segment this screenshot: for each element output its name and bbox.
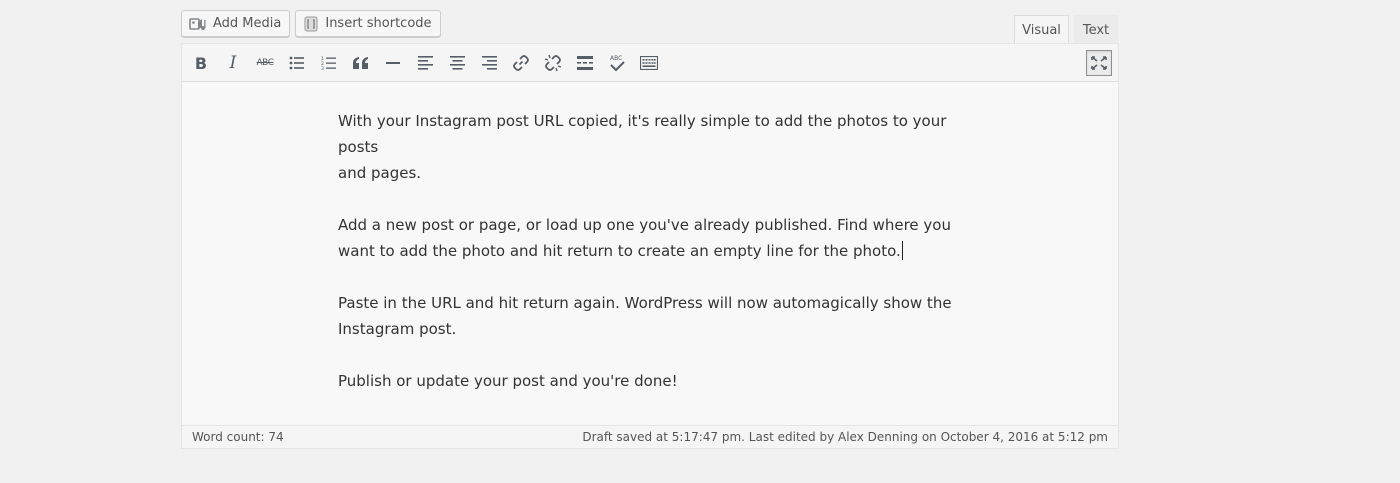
blockquote-icon	[353, 57, 369, 69]
tab-visual[interactable]: Visual	[1014, 15, 1069, 45]
text-cursor	[901, 241, 903, 260]
shortcode-icon	[303, 16, 319, 32]
paragraph-1: With your Instagram post URL copied, it'…	[338, 112, 947, 182]
svg-text:3: 3	[321, 66, 324, 70]
editor-statusbar: Word count: 74 Draft saved at 5:17:47 pm…	[182, 425, 1118, 448]
paragraph-2: Add a new post or page, or load up one y…	[338, 212, 978, 264]
paragraph-3: Paste in the URL and hit return again. W…	[338, 294, 952, 338]
fullscreen-icon	[1091, 56, 1107, 70]
toolbar-toggle-icon	[640, 56, 658, 70]
align-left-icon	[417, 56, 433, 70]
bold-icon: B	[194, 53, 208, 73]
editor-tabs: Visual Text	[1014, 15, 1118, 45]
svg-text:ABC: ABC	[610, 55, 622, 62]
numbered-list-button[interactable]: 1 2 3	[316, 50, 342, 76]
bulleted-list-icon	[289, 56, 305, 70]
strikethrough-button[interactable]: ABC	[252, 50, 278, 76]
insert-shortcode-button[interactable]: Insert shortcode	[295, 10, 441, 37]
align-right-icon	[481, 56, 497, 70]
read-more-icon	[577, 56, 593, 70]
blockquote-button[interactable]	[348, 50, 374, 76]
draft-saved-status: Draft saved at 5:17:47 pm. Last edited b…	[582, 430, 1108, 444]
word-count: Word count: 74	[192, 430, 284, 444]
editor-content[interactable]: With your Instagram post URL copied, it'…	[338, 108, 978, 420]
add-media-icon	[189, 16, 207, 32]
spellcheck-button[interactable]: ABC	[604, 50, 630, 76]
align-center-button[interactable]	[444, 50, 470, 76]
insert-link-icon	[512, 54, 530, 72]
italic-button[interactable]: I	[220, 50, 246, 76]
editor: B I ABC 1 2 3 ABC With your Instagram po…	[181, 43, 1119, 449]
align-right-button[interactable]	[476, 50, 502, 76]
horizontal-line-icon	[386, 61, 400, 65]
spellcheck-icon: ABC	[608, 54, 626, 72]
read-more-button[interactable]	[572, 50, 598, 76]
insert-shortcode-label: Insert shortcode	[325, 16, 432, 31]
toolbar-toggle-button[interactable]	[636, 50, 662, 76]
italic-icon: I	[229, 53, 237, 73]
align-center-icon	[449, 56, 465, 70]
horizontal-line-button[interactable]	[380, 50, 406, 76]
fullscreen-button[interactable]	[1086, 50, 1112, 76]
remove-link-button[interactable]	[540, 50, 566, 76]
insert-link-button[interactable]	[508, 50, 534, 76]
add-media-button[interactable]: Add Media	[181, 10, 291, 37]
bulleted-list-button[interactable]	[284, 50, 310, 76]
numbered-list-icon: 1 2 3	[321, 56, 337, 70]
strikethrough-icon: ABC	[256, 58, 274, 68]
media-buttons: Add Media Insert shortcode	[181, 10, 441, 37]
paragraph-4: Publish or update your post and you're d…	[338, 372, 678, 390]
align-left-button[interactable]	[412, 50, 438, 76]
tab-text[interactable]: Text	[1074, 15, 1118, 44]
bold-button[interactable]: B	[188, 50, 214, 76]
add-media-label: Add Media	[213, 16, 282, 31]
paragraph-2-text: Add a new post or page, or load up one y…	[338, 216, 951, 260]
remove-link-icon	[544, 54, 562, 72]
editor-toolbar: B I ABC 1 2 3 ABC	[182, 44, 1118, 82]
